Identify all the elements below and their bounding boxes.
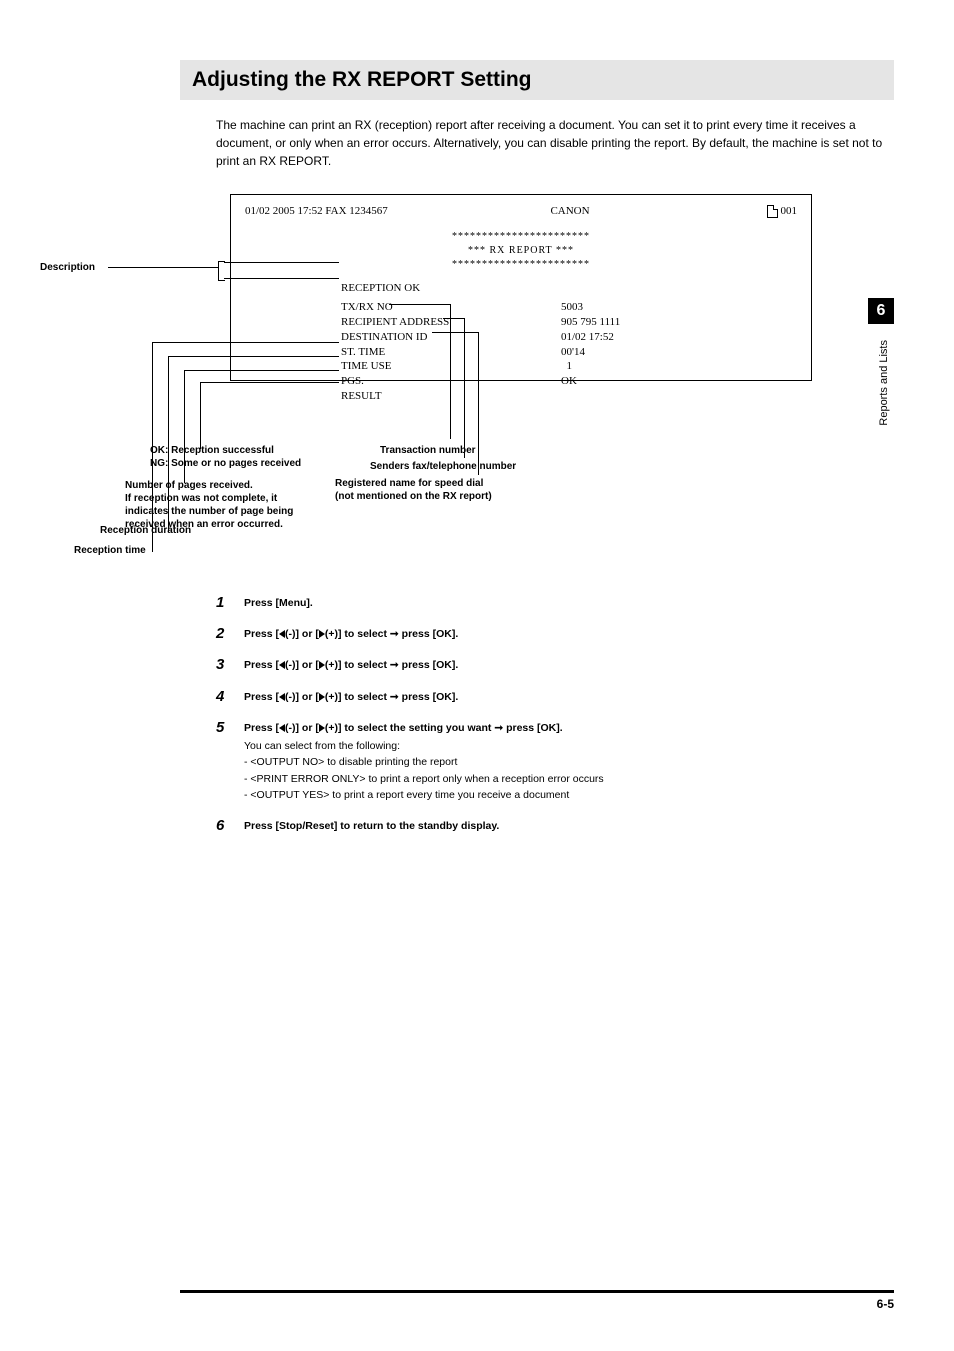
intro-paragraph: The machine can print an RX (reception) … (216, 116, 894, 170)
stars-bot: *********************** (231, 258, 811, 272)
stars-mid: *** RX REPORT *** (231, 244, 811, 258)
step: 5Press [(-)] or [(+)] to select the sett… (216, 719, 894, 803)
row-value: 00'14 (561, 345, 811, 360)
callout-senders-fax: Senders fax/telephone number (370, 460, 516, 473)
right-arrow-icon (319, 724, 325, 732)
row-label: PGS. (341, 374, 561, 389)
page-footer: 6-5 (180, 1290, 894, 1311)
step-sub-item: - <OUTPUT NO> to disable printing the re… (244, 755, 604, 770)
callout-reception-time: Reception time (74, 544, 146, 557)
reception-ok-line: RECEPTION OK (231, 282, 811, 294)
callout-ok-ng: OK: Reception successful NG: Some or no … (150, 444, 301, 470)
report-page-num: 001 (781, 205, 798, 217)
step-number: 6 (216, 817, 244, 834)
step-sub-item: - <PRINT ERROR ONLY> to print a report o… (244, 772, 604, 787)
step-sub-item: - <OUTPUT YES> to print a report every t… (244, 788, 604, 803)
left-arrow-icon (279, 693, 285, 701)
report-header-mid: CANON (470, 205, 670, 218)
section-title-bar: Adjusting the RX REPORT Setting (180, 60, 894, 100)
step-number: 4 (216, 688, 244, 705)
stars-top: *********************** (231, 230, 811, 244)
callout-description: Description (40, 262, 95, 273)
row-value: 5003 (561, 300, 811, 315)
callout-registered-name: Registered name for speed dial (not ment… (335, 477, 492, 503)
callout-transaction-number: Transaction number (380, 444, 476, 457)
section-title: Adjusting the RX REPORT Setting (192, 68, 882, 92)
step: 3Press [(-)] or [(+)] to select ➞ press … (216, 656, 894, 673)
row-value: 905 795 1111 (561, 315, 811, 330)
left-arrow-icon (279, 724, 285, 732)
left-arrow-icon (279, 661, 285, 669)
step: 4Press [(-)] or [(+)] to select ➞ press … (216, 688, 894, 705)
callout-num-pages: Number of pages received. If reception w… (125, 479, 293, 531)
step: 6Press [Stop/Reset] to return to the sta… (216, 817, 894, 834)
step-body: Press [(-)] or [(+)] to select ➞ press [… (244, 656, 458, 673)
row-label: ST. TIME (341, 345, 561, 360)
step-body: Press [(-)] or [(+)] to select ➞ press [… (244, 625, 458, 642)
right-arrow-icon (319, 630, 325, 638)
page-icon (767, 205, 778, 218)
chapter-label: Reports and Lists (878, 340, 890, 426)
steps-list: 1Press [Menu].2Press [(-)] or [(+)] to s… (216, 594, 894, 834)
right-arrow-icon (319, 661, 325, 669)
page-number: 6-5 (180, 1297, 894, 1311)
report-header-left: 01/02 2005 17:52 FAX 1234567 (245, 205, 470, 218)
row-value: 1 (561, 359, 811, 374)
row-label: TX/RX NO (341, 300, 561, 315)
report-figure: 01/02 2005 17:52 FAX 1234567 CANON 001 *… (40, 194, 894, 554)
step-body: Press [Menu]. (244, 594, 313, 611)
row-label: RESULT (341, 389, 561, 404)
step-body: Press [(-)] or [(+)] to select the setti… (244, 719, 604, 803)
step-sub-intro: You can select from the following: (244, 739, 604, 754)
row-value: 01/02 17:52 (561, 330, 811, 345)
step-number: 3 (216, 656, 244, 673)
chapter-tab: 6 (868, 298, 894, 324)
step: 2Press [(-)] or [(+)] to select ➞ press … (216, 625, 894, 642)
step-number: 2 (216, 625, 244, 642)
step-number: 1 (216, 594, 244, 611)
right-arrow-icon (319, 693, 325, 701)
step-body: Press [Stop/Reset] to return to the stan… (244, 817, 499, 834)
row-value: OK (561, 374, 811, 389)
step: 1Press [Menu]. (216, 594, 894, 611)
row-label: TIME USE (341, 359, 561, 374)
rx-report-sample: 01/02 2005 17:52 FAX 1234567 CANON 001 *… (230, 194, 812, 381)
step-number: 5 (216, 719, 244, 803)
step-body: Press [(-)] or [(+)] to select ➞ press [… (244, 688, 458, 705)
report-header-right: 001 (670, 205, 797, 218)
left-arrow-icon (279, 630, 285, 638)
